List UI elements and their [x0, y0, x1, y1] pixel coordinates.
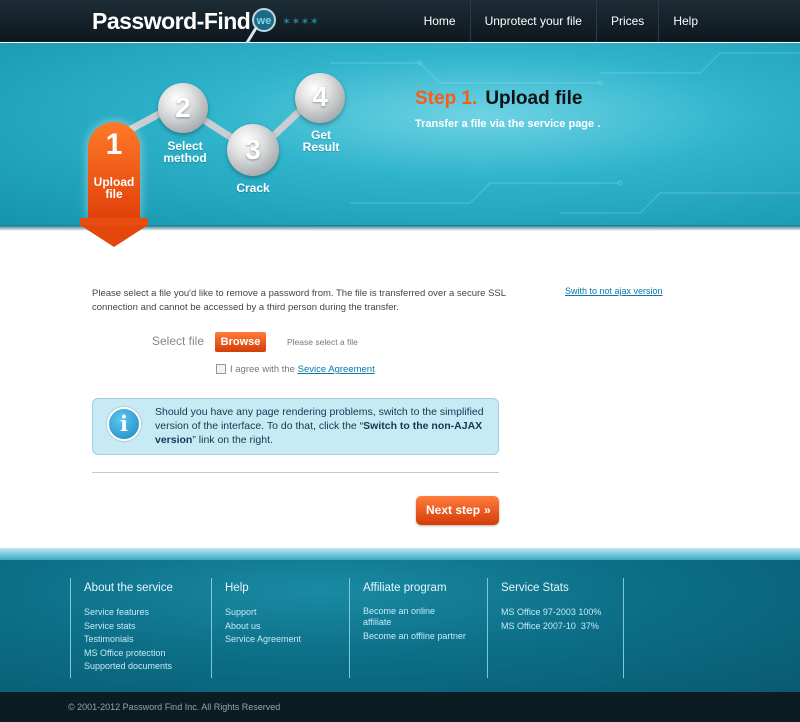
agree-label: I agree with the Sevice Agreement — [230, 364, 375, 375]
info-icon: i — [107, 407, 141, 441]
footer-link-online-affiliate[interactable]: Become an online affiliate — [363, 606, 453, 628]
step-heading-name: Upload file — [485, 88, 583, 109]
file-hint-text: Please select a file — [287, 337, 358, 347]
service-agreement-link[interactable]: Sevice Agreement — [298, 364, 375, 375]
step-3-label: Crack — [236, 181, 270, 195]
site-logo[interactable]: Password-Find — [92, 8, 251, 35]
footer-link-about-us[interactable]: About us — [225, 620, 349, 634]
footer-col-stats: Service Stats MS Office 97-2003 100% MS … — [487, 578, 623, 678]
step-2-label: Select method — [163, 139, 207, 165]
footer-link-ms-office-protection[interactable]: MS Office protection — [84, 647, 210, 661]
footer-stat-office-2007-10: MS Office 2007-10 37% — [501, 620, 599, 631]
top-bar: Password-Find we ✶✶✶✶ Home Unprotect you… — [0, 0, 800, 48]
footer-link-service-features[interactable]: Service features — [84, 606, 210, 620]
upload-intro-text: Please select a file you'd like to remov… — [92, 288, 506, 313]
step-1-number: 1 — [105, 128, 123, 161]
footer-heading-stats: Service Stats — [501, 582, 569, 594]
copyright-bar: © 2001-2012 Password Find Inc. All Right… — [0, 692, 800, 722]
info-notice: i Should you have any page rendering pro… — [92, 398, 499, 455]
footer-heading-affiliate: Affiliate program — [363, 582, 447, 594]
footer-heading-help: Help — [225, 582, 249, 594]
select-file-label: Select file — [152, 334, 205, 348]
step-3-ball[interactable]: 3 — [227, 124, 279, 176]
step-1-label: Upload file — [93, 175, 135, 201]
nav-prices[interactable]: Prices — [595, 0, 658, 42]
nav-home[interactable]: Home — [410, 0, 470, 42]
next-step-button[interactable]: Next step» — [416, 496, 499, 525]
footer-link-support[interactable]: Support — [225, 606, 349, 620]
nav-help[interactable]: Help — [658, 0, 712, 42]
step-subtitle: Transfer a file via the service page . — [415, 118, 601, 130]
browse-button[interactable]: Browse — [215, 332, 266, 352]
step-heading-number: Step 1. — [415, 88, 478, 109]
step-4-ball[interactable]: 4 — [295, 73, 345, 123]
nav-unprotect-file[interactable]: Unprotect your file — [469, 0, 596, 42]
footer-link-offline-partner[interactable]: Become an offline partner — [363, 630, 487, 644]
step-4-label: Get Result — [302, 128, 340, 154]
footer-heading-about: About the service — [84, 582, 173, 594]
content-divider — [92, 472, 499, 473]
step-2-ball[interactable]: 2 — [158, 83, 208, 133]
footer-col-affiliate: Affiliate program Become an online affil… — [349, 578, 487, 678]
switch-non-ajax-link[interactable]: Swith to not ajax version — [565, 286, 663, 296]
logo-mark-text: we — [256, 15, 272, 27]
footer-link-testimonials[interactable]: Testimonials — [84, 633, 210, 647]
footer-stat-office-97-2003: MS Office 97-2003 100% — [501, 607, 602, 617]
agree-checkbox[interactable] — [216, 364, 226, 374]
footer-link-supported-documents[interactable]: Supported documents — [84, 660, 210, 674]
footer-right-divider — [623, 578, 624, 678]
main-nav: Home Unprotect your file Prices Help — [410, 0, 712, 42]
step-1-arrow-down-icon — [80, 225, 148, 247]
footer-col-help: Help Support About us Service Agreement — [211, 578, 349, 678]
double-chevron-right-icon: » — [484, 503, 491, 517]
footer-link-service-stats[interactable]: Service stats — [84, 620, 210, 634]
footer-col-about: About the service Service features Servi… — [70, 578, 210, 678]
svg-text:✶✶✶✶: ✶✶✶✶ — [282, 15, 319, 28]
footer-top-edge — [0, 548, 800, 560]
footer-link-service-agreement[interactable]: Service Agreement — [225, 633, 349, 647]
info-notice-text: Should you have any page rendering probl… — [155, 406, 484, 446]
step-heading: Step 1. Upload file — [415, 88, 582, 110]
